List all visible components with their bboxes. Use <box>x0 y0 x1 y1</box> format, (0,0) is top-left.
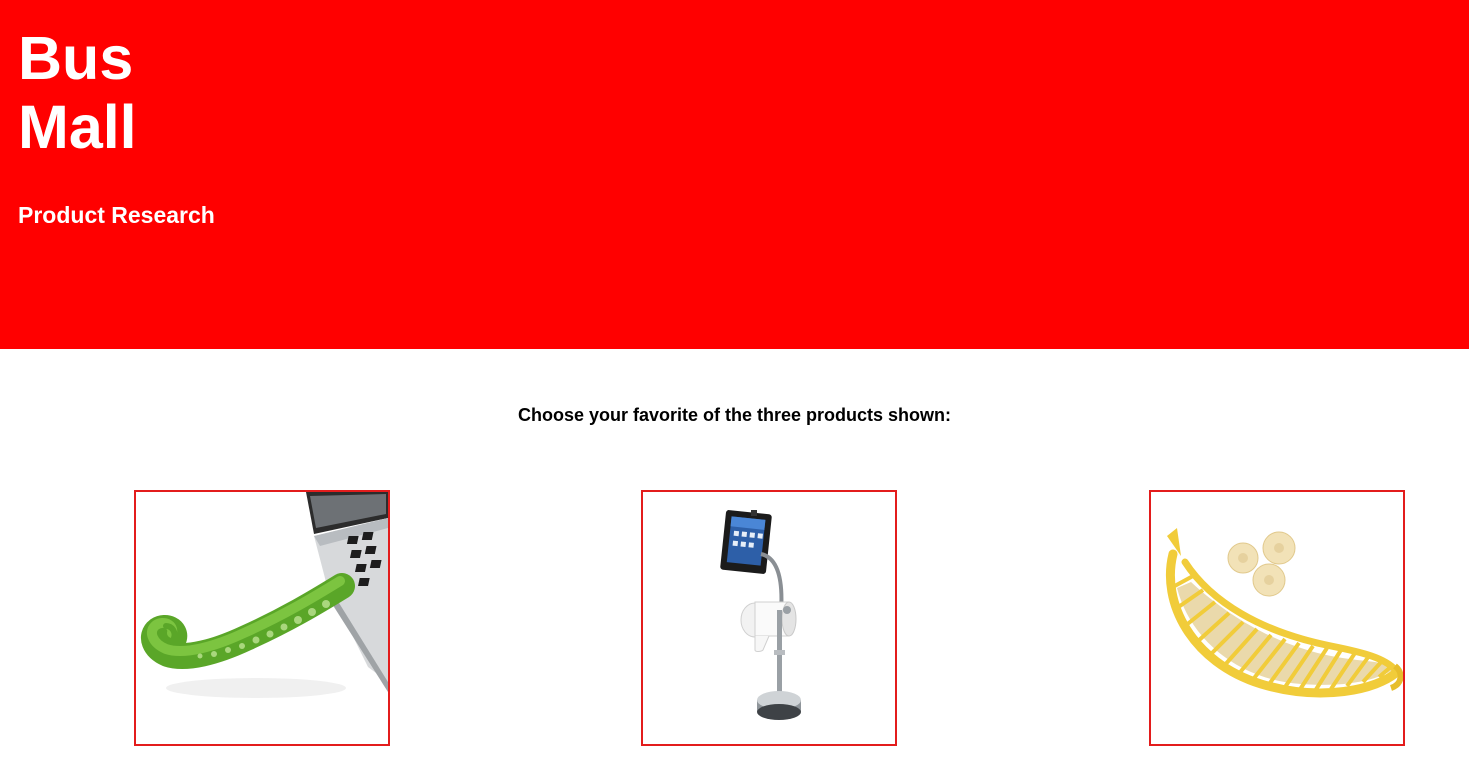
product-option-2[interactable] <box>641 490 897 746</box>
ipad-toilet-paper-stand-icon <box>720 510 801 720</box>
banana-slicer-icon <box>1165 528 1403 698</box>
site-title-line1: Bus <box>18 24 134 92</box>
product-option-3[interactable] <box>1149 490 1405 746</box>
product-option-1[interactable] <box>134 490 390 746</box>
site-title: Bus Mall <box>18 24 218 162</box>
header-banner: Bus Mall Product Research <box>0 0 1469 349</box>
site-title-line2: Mall <box>18 93 137 161</box>
tentacle-usb-icon <box>141 492 388 698</box>
voting-prompt: Choose your favorite of the three produc… <box>517 405 952 425</box>
site-subtitle: Product Research <box>18 202 215 228</box>
